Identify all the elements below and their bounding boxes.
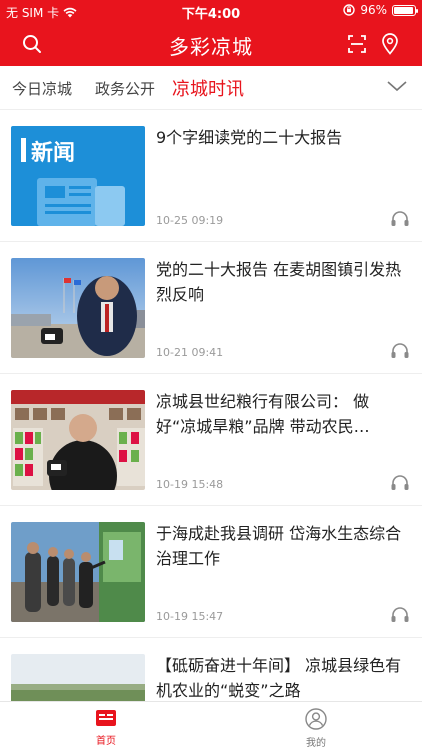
tab-home-label: 首页 — [96, 736, 116, 747]
headphones-icon — [391, 211, 409, 226]
scan-icon — [348, 35, 366, 53]
tab-government-affairs[interactable]: 政务公开 — [95, 78, 155, 99]
location-pin-icon — [382, 33, 398, 55]
headphones-icon — [391, 475, 409, 490]
listen-button[interactable] — [390, 341, 410, 363]
news-thumbnail — [11, 390, 145, 490]
news-item[interactable]: 新闻 9个字细读党的二十大报告 10-25 09:19 — [0, 110, 422, 242]
chevron-down-icon — [387, 81, 407, 92]
news-time: 10-19 15:48 — [156, 478, 224, 491]
user-profile-icon — [305, 708, 327, 730]
news-item[interactable]: 党的二十大报告 在麦胡图镇引发热烈反响 10-21 09:41 — [0, 242, 422, 374]
news-thumbnail — [11, 258, 145, 358]
news-title: 于海成赴我县调研 岱海水生态综合治理工作 — [156, 524, 402, 568]
news-item[interactable]: 【砥砺奋进十年间】 凉城县绿色有机农业的“蜕变”之路 — [0, 638, 422, 704]
listen-button[interactable] — [390, 605, 410, 627]
news-title: 凉城县世纪粮行有限公司： 做好“凉城旱粮”品牌 带动农民… — [156, 392, 370, 436]
battery-percent: 96% — [360, 3, 387, 17]
expand-tabs-button[interactable] — [386, 78, 408, 97]
news-item[interactable]: 于海成赴我县调研 岱海水生态综合治理工作 10-19 15:47 — [0, 506, 422, 638]
headphones-icon — [391, 343, 409, 358]
location-button[interactable] — [376, 30, 404, 58]
news-title: 【砥砺奋进十年间】 凉城县绿色有机农业的“蜕变”之路 — [156, 656, 402, 700]
news-thumbnail — [11, 522, 145, 622]
news-thumbnail — [11, 654, 145, 704]
news-time: 10-21 09:41 — [156, 346, 224, 359]
tab-today-liangcheng[interactable]: 今日凉城 — [12, 78, 72, 99]
news-list: 新闻 9个字细读党的二十大报告 10-25 09:19 党的二十大报告 在麦胡图… — [0, 110, 422, 704]
tab-liangcheng-news[interactable]: 凉城时讯 — [172, 75, 244, 101]
news-title: 9个字细读党的二十大报告 — [156, 128, 343, 147]
rotation-lock-icon — [343, 4, 356, 16]
thumb-news-text: 新闻 — [31, 140, 75, 166]
news-title: 党的二十大报告 在麦胡图镇引发热烈反响 — [156, 260, 402, 304]
news-time: 10-25 09:19 — [156, 214, 224, 227]
listen-button[interactable] — [390, 209, 410, 231]
news-time: 10-19 15:47 — [156, 610, 224, 623]
tab-mine[interactable]: 我的 — [286, 708, 346, 749]
bottom-tab-bar: 首页 我的 — [0, 701, 422, 750]
category-tabs: 今日凉城 政务公开 凉城时讯 — [0, 66, 422, 110]
tab-home[interactable]: 首页 — [76, 708, 136, 747]
home-news-icon — [96, 710, 116, 726]
app-header: 多彩凉城 — [0, 22, 422, 66]
headphones-icon — [391, 607, 409, 622]
news-item[interactable]: 凉城县世纪粮行有限公司： 做好“凉城旱粮”品牌 带动农民… 10-19 15:4… — [0, 374, 422, 506]
status-bar: 无 SIM 卡 下午4:00 96% — [0, 0, 422, 22]
listen-button[interactable] — [390, 473, 410, 495]
scan-button[interactable] — [343, 30, 371, 58]
tab-mine-label: 我的 — [306, 738, 326, 749]
news-thumbnail: 新闻 — [11, 126, 145, 226]
battery-icon — [392, 4, 418, 16]
